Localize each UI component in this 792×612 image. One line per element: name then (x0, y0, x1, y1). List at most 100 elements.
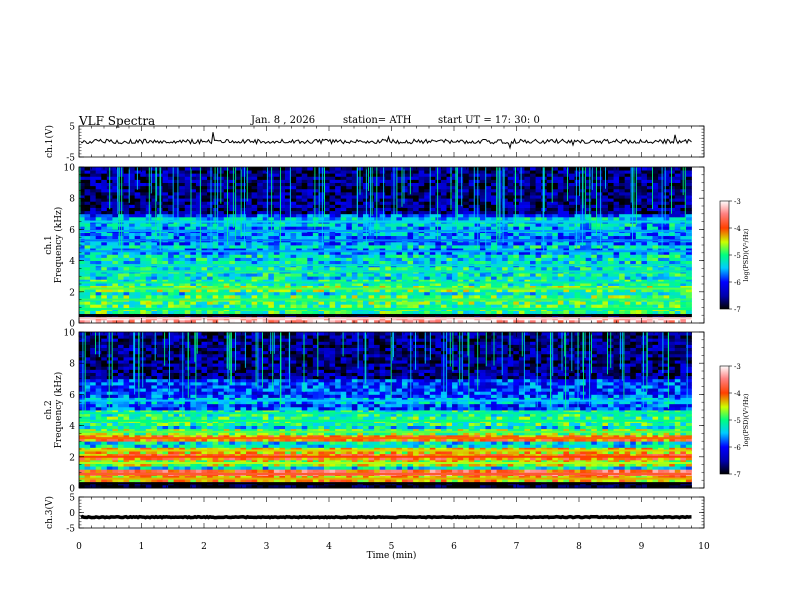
spectrum-cell (240, 301, 247, 305)
spectrum-cell (368, 210, 375, 215)
spectrum-cell (613, 198, 620, 202)
spectrum-cell (596, 257, 603, 261)
spectrum-cell (524, 245, 531, 249)
spectrum-cell (106, 232, 113, 237)
spectrum-cell (346, 195, 353, 199)
spectrum-cell (151, 207, 158, 212)
spectrum-cell (290, 170, 297, 174)
spectrum-cell (557, 232, 564, 237)
spectrum-cell (385, 257, 392, 261)
spectrum-cell (457, 201, 464, 205)
spectrum-cell (117, 266, 124, 271)
spectrum-cell (307, 216, 314, 221)
spectrum-cell (491, 276, 498, 280)
spectrum-cell (162, 254, 169, 258)
spectrum-cell (257, 213, 264, 218)
spectrum-cell (184, 210, 191, 215)
spectrum-cell (507, 207, 514, 212)
spectrum-cell (507, 301, 514, 305)
spectrum-cell (285, 266, 291, 271)
spectrum-cell (607, 257, 614, 261)
spectrum-cell (162, 204, 169, 208)
spectrum-cell (335, 273, 342, 277)
spectrum-cell (140, 207, 147, 212)
spectrum-cell (273, 201, 280, 205)
spectrum-cell (457, 191, 464, 196)
spectrum-cell (290, 260, 297, 265)
spectrum-cell (140, 226, 147, 230)
spectrum-cell (84, 182, 91, 187)
spectrum-cell (201, 241, 208, 246)
spectrum-cell (123, 173, 130, 177)
spectrum-cell (513, 207, 520, 212)
spectrum-cell (624, 204, 631, 208)
spectrum-cell (418, 254, 425, 258)
spectrum-cell (312, 276, 319, 280)
spectrum-cell (446, 232, 453, 237)
spectrum-cell (290, 185, 297, 190)
spectrum-cell (413, 170, 420, 174)
spectrum-cell (257, 260, 264, 265)
spectrum-cell (168, 304, 175, 308)
spectrum-cell (457, 260, 464, 265)
spectrum-cell (106, 304, 113, 308)
spectrum-cell (518, 185, 525, 190)
spectrum-cell (290, 301, 297, 305)
spectrum-cell (335, 232, 342, 237)
spectrum-cell (273, 185, 280, 190)
spectrum-cell (223, 226, 230, 230)
spectrum-cell (329, 291, 336, 296)
spectrum-cell (530, 195, 536, 199)
spectrum-cell (563, 241, 570, 246)
spectrum-cell (207, 232, 214, 237)
spectrum-cell (329, 235, 336, 240)
spectrum-cell (123, 213, 130, 218)
spectrum-cell (446, 301, 453, 305)
spectrum-cell (413, 273, 420, 277)
spectrum-cell (374, 260, 381, 265)
spectrum-cell (624, 185, 631, 190)
spectrum-cell (507, 173, 514, 177)
spectrum-cell (463, 310, 470, 315)
spectrum-cell (518, 173, 525, 177)
spectrum-cell (145, 235, 152, 240)
spectrum-cell (368, 188, 375, 193)
spectrum-cell (368, 291, 375, 296)
spectrum-cell (507, 294, 514, 299)
spectrum-cell (251, 266, 258, 271)
spectrum-cell (223, 266, 230, 271)
spectrum-cell (524, 235, 531, 240)
spectrum-cell (229, 191, 236, 196)
spectrum-cell (251, 170, 258, 174)
spectrum-cell (524, 276, 531, 280)
spectrum-cell (401, 185, 408, 190)
spectrum-cell (485, 257, 492, 261)
spectrum-cell (296, 185, 303, 190)
spectrum-cell (624, 266, 631, 271)
spectrum-cell (195, 245, 202, 249)
spectrum-cell (491, 301, 498, 305)
spectrum-cell (162, 207, 169, 212)
spectrum-cell (207, 294, 214, 299)
spectrum-cell (530, 276, 536, 280)
spectrum-cell (101, 170, 108, 174)
spectrum-cell (268, 304, 275, 308)
spectrum-cell (335, 260, 342, 265)
spectrum-cell (324, 245, 330, 249)
spectrum-cell (246, 260, 253, 265)
spectrum-cell (101, 254, 108, 258)
spectrum-cell (507, 266, 514, 271)
spectrum-cell (162, 179, 169, 183)
spectrum-cell (379, 191, 386, 196)
spectrum-cell (535, 185, 542, 190)
spectrum-cell (123, 210, 130, 215)
spectrum-cell (312, 204, 319, 208)
spectrum-cell (340, 176, 347, 180)
spectrum-cell (619, 235, 626, 240)
spectrum-cell (624, 235, 631, 240)
spectrum-cell (429, 232, 436, 237)
spectrum-cell (607, 291, 614, 296)
spectrum-cell (357, 195, 364, 199)
spectrum-cell (112, 232, 119, 237)
spectrum-cell (569, 201, 575, 205)
